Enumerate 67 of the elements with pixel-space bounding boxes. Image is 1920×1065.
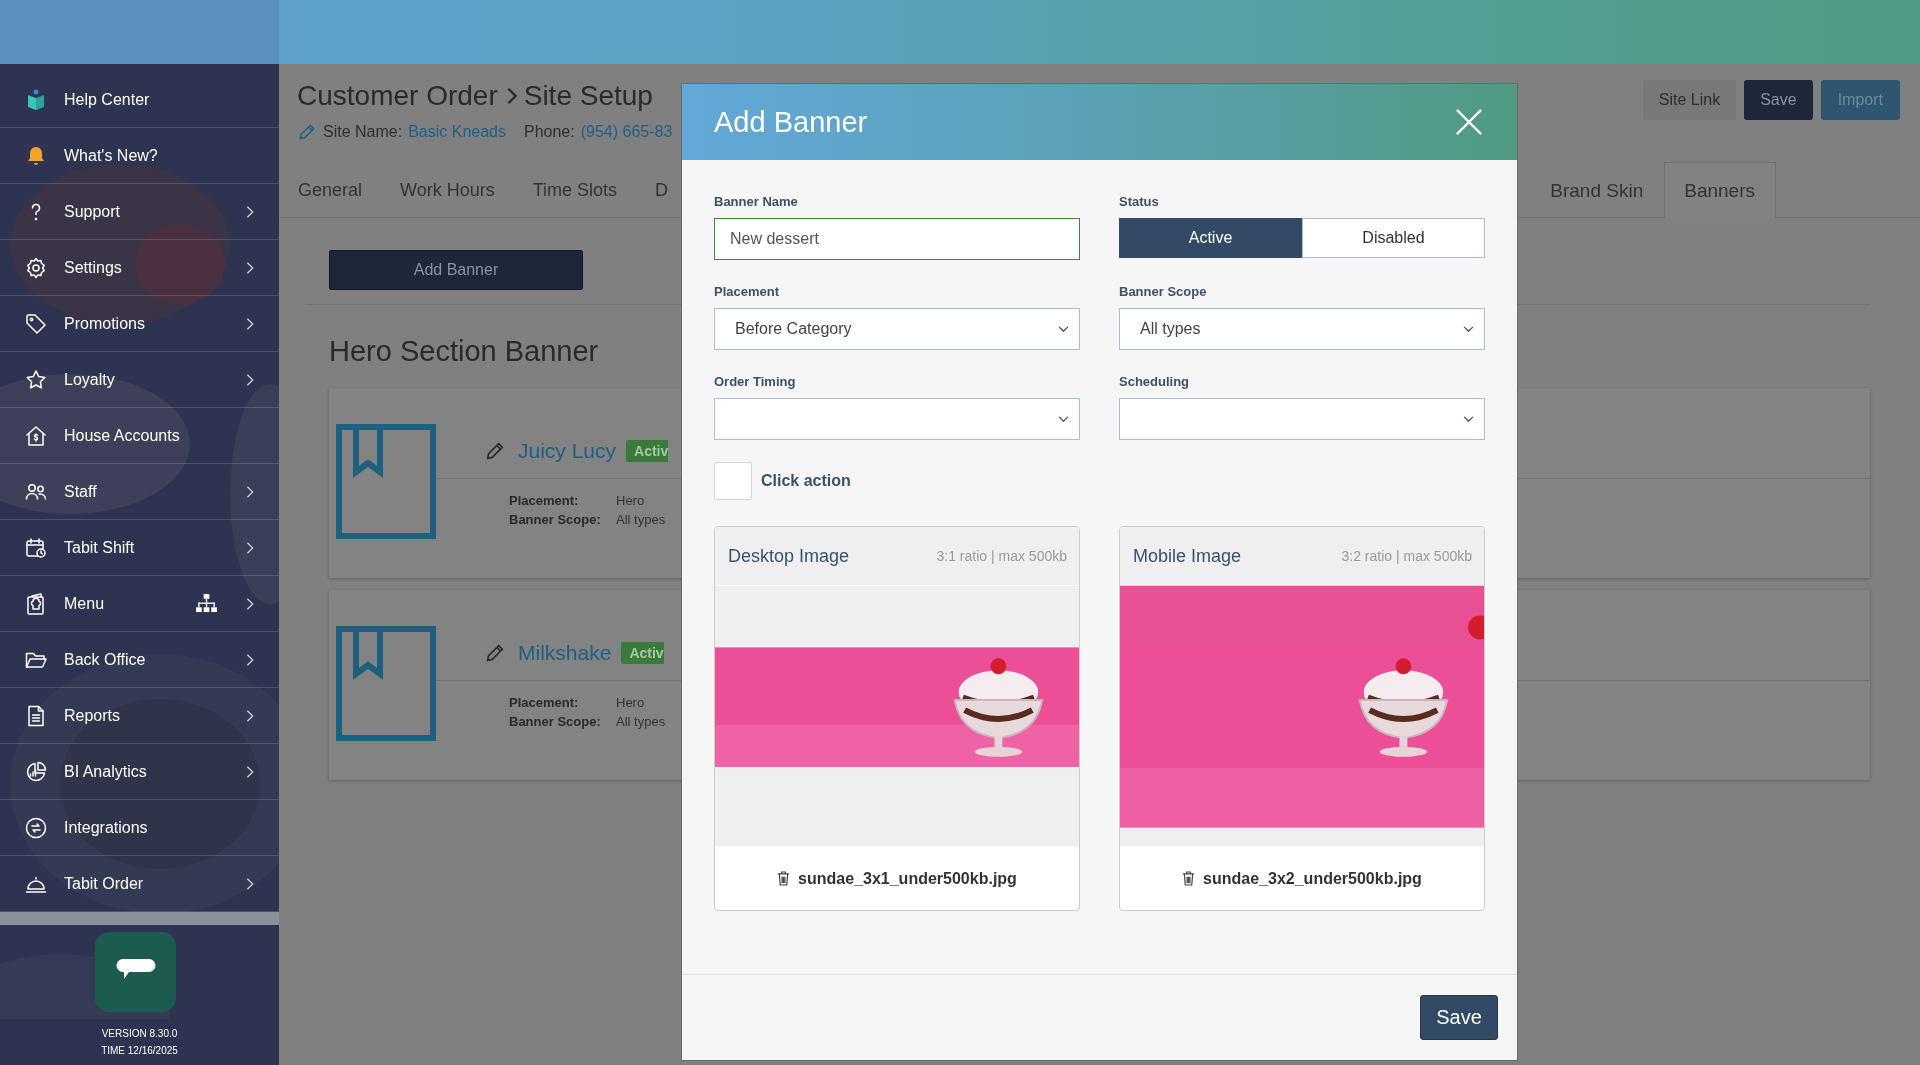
checkbox[interactable] (714, 462, 752, 500)
globe-arrows-icon (24, 815, 48, 840)
file-name: sundae_3x1_under500kb.jpg (798, 869, 1017, 888)
breadcrumb-item[interactable]: Customer Order (297, 80, 498, 112)
chat-button[interactable] (95, 932, 176, 1012)
chevron-down-icon (1058, 415, 1069, 423)
site-name-value: Basic Kneads (408, 123, 506, 141)
detail-value: All types (616, 714, 667, 729)
dropdown-field[interactable] (1119, 398, 1485, 440)
dropdown-field[interactable]: Before Category (714, 308, 1080, 350)
tag-icon (24, 311, 48, 336)
detail-value: Hero (616, 493, 646, 508)
sidebar-item[interactable]: Menu (0, 576, 279, 632)
phone-value: (954) 665-83 (580, 123, 673, 141)
trash-icon[interactable] (1182, 871, 1196, 886)
close-icon[interactable] (1455, 108, 1483, 136)
ratio-hint: 3:1 ratio | max 500kb (936, 548, 1067, 564)
field-label: Placement (714, 284, 781, 299)
time-text: TIME 12/16/2025 (101, 1044, 178, 1058)
chevron-down-icon (1058, 325, 1069, 333)
field-label: Banner Scope (1119, 284, 1208, 299)
star-icon (24, 367, 48, 392)
detail-label: Banner Scope: (509, 512, 602, 527)
detail-value: Hero (616, 695, 646, 710)
calendar-clock-icon (24, 535, 48, 560)
pencil-icon[interactable] (484, 440, 506, 462)
settings-icon (24, 255, 48, 280)
chevron-down-icon (1463, 325, 1474, 333)
bookmark-icon (336, 626, 436, 741)
ratio-hint: 3:2 ratio | max 500kb (1341, 548, 1472, 564)
status-option[interactable]: Disabled (1302, 218, 1485, 258)
add-banner-button[interactable]: Add Banner (329, 250, 583, 290)
version-text: VERSION 8.30.0 (101, 1027, 178, 1041)
phone-label: Phone: (524, 123, 575, 141)
site-name-label: Site Name: (323, 123, 403, 141)
page-button[interactable]: Save (1744, 80, 1813, 120)
file-name: sundae_3x2_under500kb.jpg (1203, 869, 1422, 888)
status-badge: Activ (621, 642, 664, 664)
field-label: Order Timing (714, 374, 797, 389)
section-title: Hero Section Banner (329, 335, 600, 368)
field-label: Scheduling (1119, 374, 1191, 389)
banner-name-field[interactable]: New dessert (714, 218, 1080, 260)
detail-value: All types (616, 512, 667, 527)
field-label: Status (1119, 194, 1160, 209)
status-option[interactable]: Active (1119, 218, 1302, 258)
chevron-right-icon (505, 86, 518, 106)
breadcrumb-item: Site Setup (523, 80, 653, 112)
bookmark-icon (336, 424, 436, 539)
chart-icon (24, 759, 48, 784)
card-title: Desktop Image (728, 545, 850, 567)
save-button[interactable]: Save (1420, 995, 1498, 1040)
dropdown-field[interactable] (714, 398, 1080, 440)
field-label: Banner Name (714, 194, 799, 209)
chevron-down-icon (1463, 415, 1474, 423)
card-title: Mobile Image (1133, 545, 1242, 567)
detail-label: Placement: (509, 493, 580, 508)
sidebar-item[interactable]: Tabit Shift (0, 520, 279, 576)
pencil-icon[interactable] (484, 642, 506, 664)
detail-label: Banner Scope: (509, 714, 602, 729)
modal-title: Add Banner (714, 105, 868, 139)
checkbox-label: Click action (761, 472, 851, 490)
house-icon (24, 423, 48, 448)
sitemap-icon (195, 594, 218, 613)
status-badge: Activ (626, 440, 669, 462)
dropdown-field[interactable]: All types (1119, 308, 1485, 350)
trash-icon[interactable] (777, 871, 791, 886)
detail-label: Placement: (509, 695, 580, 710)
